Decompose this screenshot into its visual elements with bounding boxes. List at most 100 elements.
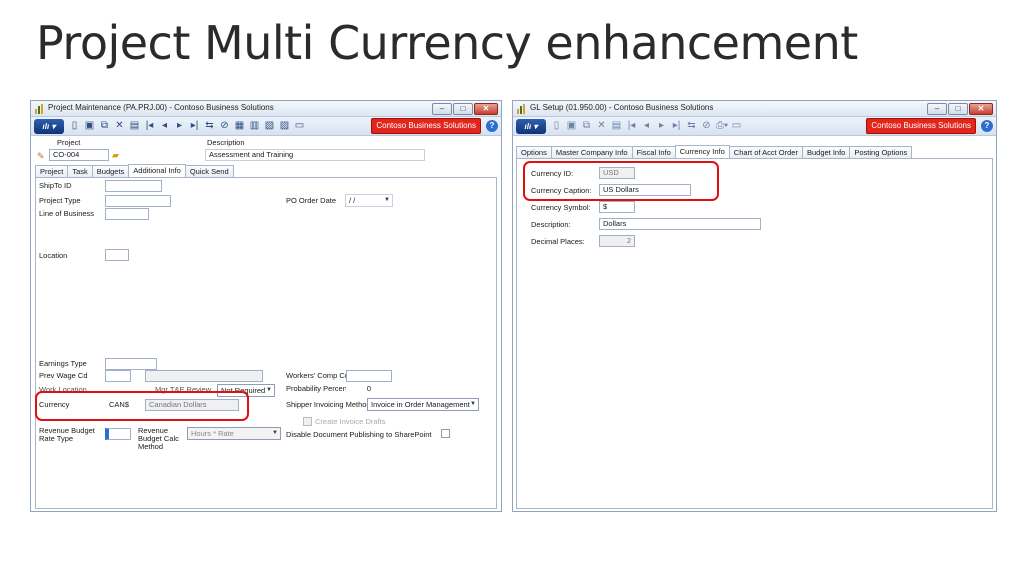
attach-icon[interactable]: ⊘ — [701, 120, 712, 132]
maximize-button[interactable]: □ — [948, 103, 968, 115]
tab-task[interactable]: Task — [67, 165, 93, 177]
tab-fiscal-info[interactable]: Fiscal Info — [631, 146, 676, 158]
first-icon[interactable]: |◂ — [626, 120, 637, 132]
attach-icon[interactable]: ⊘ — [219, 120, 230, 132]
earnings-type-field[interactable] — [105, 358, 157, 370]
probability-percent-label: Probability Percent — [286, 384, 349, 393]
delete-icon[interactable]: ✕ — [596, 120, 607, 132]
next-icon[interactable]: ▸ — [174, 120, 185, 132]
tab-chart-of-acct-order[interactable]: Chart of Acct Order — [728, 146, 803, 158]
po-order-date-picker[interactable]: / / ▼ — [345, 194, 393, 207]
project-lookup-icon[interactable]: ✎ — [37, 151, 45, 162]
revenue-budget-calc-method-label: Revenue Budget Calc Method — [138, 426, 179, 451]
workers-comp-cd-field[interactable] — [346, 370, 392, 382]
shipto-id-field[interactable] — [105, 180, 162, 192]
last-icon[interactable]: ▸| — [671, 120, 682, 132]
disable-document-publishing-label: Disable Document Publishing to SharePoin… — [286, 430, 432, 439]
help-icon[interactable]: ? — [486, 120, 498, 132]
prev-wage-cd-description — [145, 370, 263, 382]
save-icon[interactable]: ▣ — [84, 120, 95, 132]
prev-wage-cd-field[interactable] — [105, 370, 131, 382]
minimize-button[interactable]: ‒ — [432, 103, 452, 115]
description-label: Description: — [531, 220, 571, 229]
tab-master-company-info[interactable]: Master Company Info — [550, 146, 633, 158]
tab-posting-options[interactable]: Posting Options — [849, 146, 913, 158]
tab-project[interactable]: Project — [35, 165, 69, 177]
next-icon[interactable]: ▸ — [656, 120, 667, 132]
project-field[interactable]: CO-004 — [49, 149, 109, 161]
tab-budgets[interactable]: Budgets — [91, 165, 130, 177]
currency-highlight — [35, 391, 249, 421]
workers-comp-cd-label: Workers' Comp Cd — [286, 371, 349, 380]
disable-document-publishing-checkbox[interactable] — [441, 429, 450, 438]
location-field[interactable] — [105, 249, 129, 261]
save-icon[interactable]: ▣ — [566, 120, 577, 132]
line-of-business-label: Line of Business — [39, 209, 95, 218]
window-title: Project Maintenance (PA.PRJ.00) - Contos… — [48, 103, 274, 112]
location-label: Location — [39, 251, 68, 260]
window-icon[interactable]: ▭ — [731, 120, 742, 132]
shipper-invoicing-method-select[interactable]: Invoice in Order Management ▼ — [367, 398, 479, 411]
prev-icon[interactable]: ◂ — [159, 120, 170, 132]
app-icon — [517, 104, 525, 114]
create-invoice-drafts-label: Create Invoice Drafts — [315, 417, 386, 426]
po-order-date-label: PO Order Date — [286, 196, 337, 205]
copy-icon[interactable]: ⧉ — [581, 120, 592, 132]
decimal-places-field: 2 — [599, 235, 635, 247]
tab-additional-info[interactable]: Additional Info — [128, 164, 186, 177]
close-button[interactable]: ✕ — [969, 103, 993, 115]
app-menu-button[interactable]: ılı ▾ — [516, 119, 546, 134]
help-icon[interactable]: ? — [981, 120, 993, 132]
copy-icon[interactable]: ⧉ — [99, 120, 110, 132]
close-button[interactable]: ✕ — [474, 103, 498, 115]
revenue-budget-rate-type-field[interactable] — [105, 428, 131, 440]
report-icon[interactable]: ▦ — [234, 120, 245, 132]
currency-symbol-label: Currency Symbol: — [531, 203, 591, 212]
app-menu-button[interactable]: ılı ▾ — [34, 119, 64, 134]
description-field[interactable]: Dollars — [599, 218, 761, 230]
company-badge: Contoso Business Solutions — [866, 118, 976, 134]
prev-icon[interactable]: ◂ — [641, 120, 652, 132]
folder-icon[interactable]: ▨ — [279, 120, 290, 132]
description-field[interactable]: Assessment and Training — [205, 149, 425, 161]
window-icon[interactable]: ▭ — [294, 120, 305, 132]
new-icon[interactable]: ▯ — [551, 120, 562, 132]
last-icon[interactable]: ▸| — [189, 120, 200, 132]
tab-quick-send[interactable]: Quick Send — [184, 165, 234, 177]
line-of-business-field[interactable] — [105, 208, 149, 220]
currency-symbol-field[interactable]: $ — [599, 201, 635, 213]
print-icon[interactable]: ⎙▾ — [716, 120, 728, 132]
app-icon — [35, 104, 43, 114]
earnings-type-label: Earnings Type — [39, 359, 87, 368]
note-icon[interactable]: ▤ — [129, 120, 140, 132]
grid-icon[interactable]: ▧ — [264, 120, 275, 132]
description-label: Description — [207, 138, 245, 147]
tab-currency-info[interactable]: Currency Info — [674, 145, 730, 158]
additional-info-panel — [35, 177, 497, 509]
link-icon[interactable]: ⇆ — [686, 120, 697, 132]
slide-title: Project Multi Currency enhancement — [36, 16, 858, 70]
note-icon[interactable]: ▤ — [611, 120, 622, 132]
delete-icon[interactable]: ✕ — [114, 120, 125, 132]
maximize-button[interactable]: □ — [453, 103, 473, 115]
title-bar: GL Setup (01.950.00) - Contoso Business … — [513, 101, 996, 117]
tab-budget-info[interactable]: Budget Info — [801, 146, 851, 158]
link-icon[interactable]: ⇆ — [204, 120, 215, 132]
probability-percent-field[interactable]: 0 — [346, 383, 392, 395]
currency-caption-highlight — [523, 161, 719, 201]
minimize-button[interactable]: ‒ — [927, 103, 947, 115]
company-badge: Contoso Business Solutions — [371, 118, 481, 134]
title-bar: Project Maintenance (PA.PRJ.00) - Contos… — [31, 101, 501, 117]
chart-icon[interactable]: ▥ — [249, 120, 260, 132]
project-type-field[interactable] — [105, 195, 171, 207]
gl-setup-window: GL Setup (01.950.00) - Contoso Business … — [512, 100, 997, 512]
new-icon[interactable]: ▯ — [69, 120, 80, 132]
tab-options[interactable]: Options — [516, 146, 552, 158]
folder-icon[interactable]: ▰ — [112, 150, 119, 161]
project-type-label: Project Type — [39, 196, 81, 205]
revenue-budget-calc-method-select[interactable]: Hours * Rate ▼ — [187, 427, 281, 440]
create-invoice-drafts-checkbox[interactable] — [303, 417, 312, 426]
toolbar: ılı ▾ ▯ ▣ ⧉ ✕ ▤ |◂ ◂ ▸ ▸| ⇆ ⊘ ⎙▾ ▭ Conto… — [513, 117, 996, 136]
first-icon[interactable]: |◂ — [144, 120, 155, 132]
project-label: Project — [57, 138, 81, 147]
